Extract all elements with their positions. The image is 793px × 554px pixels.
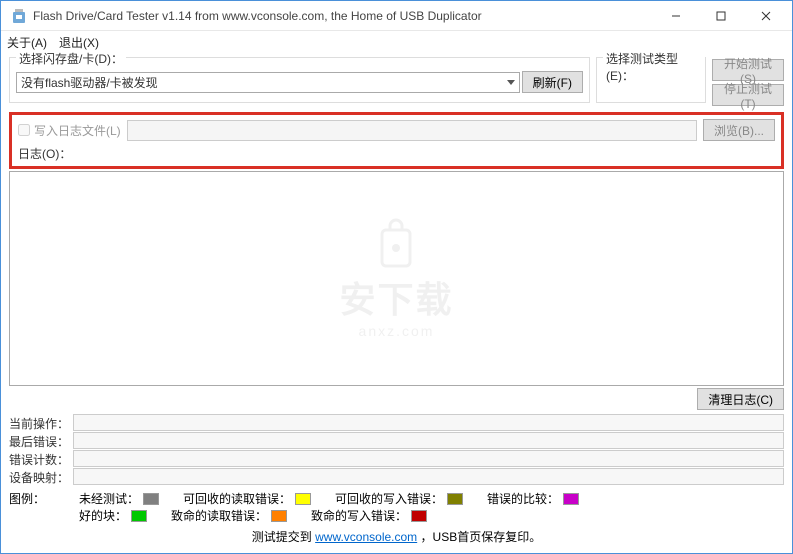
current-op-label: 当前操作： bbox=[9, 415, 73, 432]
current-op-value bbox=[73, 414, 784, 431]
log-output-area[interactable]: 安下载 anxz.com bbox=[9, 171, 784, 386]
write-log-checkbox[interactable]: 写入日志文件(L) bbox=[18, 122, 121, 139]
legend-title: 图例： bbox=[9, 490, 73, 507]
legend: 图例： 未经测试： 可回收的读取错误： 可回收的写入错误： 错误的比较： 好的块… bbox=[9, 490, 784, 524]
menu-exit[interactable]: 退出(X) bbox=[59, 34, 99, 51]
close-button[interactable] bbox=[743, 2, 788, 30]
log-label: 日志(O)： bbox=[18, 145, 775, 162]
titlebar: Flash Drive/Card Tester v1.14 from www.v… bbox=[1, 1, 792, 31]
swatch-wrong-cmp bbox=[563, 493, 579, 505]
stop-test-button[interactable]: 停止测试(T) bbox=[712, 84, 784, 106]
watermark: 安下载 anxz.com bbox=[339, 218, 453, 339]
swatch-fatal-write bbox=[411, 510, 427, 522]
footer: 测试提交到 www.vconsole.com ，USB首页保存复印。 bbox=[9, 524, 784, 547]
error-count-value bbox=[73, 450, 784, 467]
maximize-button[interactable] bbox=[698, 2, 743, 30]
error-count-label: 错误计数： bbox=[9, 451, 73, 468]
swatch-recov-read bbox=[295, 493, 311, 505]
drive-select[interactable]: 没有flash驱动器/卡被发现 bbox=[16, 72, 520, 93]
minimize-button[interactable] bbox=[653, 2, 698, 30]
last-error-label: 最后错误： bbox=[9, 433, 73, 450]
device-map-value bbox=[73, 468, 784, 485]
swatch-recov-write bbox=[447, 493, 463, 505]
footer-link[interactable]: www.vconsole.com bbox=[315, 530, 417, 544]
test-type-group: 选择测试类型(E)： 无限测试(I) bbox=[596, 57, 706, 103]
app-icon bbox=[11, 8, 27, 24]
swatch-untested bbox=[143, 493, 159, 505]
swatch-good bbox=[131, 510, 147, 522]
clear-log-button[interactable]: 清理日志(C) bbox=[697, 388, 784, 410]
refresh-button[interactable]: 刷新(F) bbox=[522, 71, 583, 93]
swatch-fatal-read bbox=[271, 510, 287, 522]
menu-about[interactable]: 关于(A) bbox=[7, 34, 47, 51]
drive-group-title: 选择闪存盘/卡(D)： bbox=[16, 50, 126, 67]
window-title: Flash Drive/Card Tester v1.14 from www.v… bbox=[33, 9, 653, 23]
log-file-section: 写入日志文件(L) 浏览(B)... 日志(O)： bbox=[9, 112, 784, 169]
start-test-button[interactable]: 开始测试(S) bbox=[712, 59, 784, 81]
write-log-checkbox-input[interactable] bbox=[18, 124, 30, 136]
log-path-input[interactable] bbox=[127, 120, 697, 141]
drive-select-value: 没有flash驱动器/卡被发现 bbox=[21, 74, 158, 91]
test-type-title: 选择测试类型(E)： bbox=[603, 50, 705, 84]
device-map-label: 设备映射： bbox=[9, 469, 73, 486]
drive-group: 选择闪存盘/卡(D)： 没有flash驱动器/卡被发现 刷新(F) bbox=[9, 57, 590, 103]
last-error-value bbox=[73, 432, 784, 449]
chevron-down-icon bbox=[507, 80, 515, 85]
status-table: 当前操作： 最后错误： 错误计数： 设备映射： bbox=[9, 414, 784, 486]
browse-button[interactable]: 浏览(B)... bbox=[703, 119, 775, 141]
